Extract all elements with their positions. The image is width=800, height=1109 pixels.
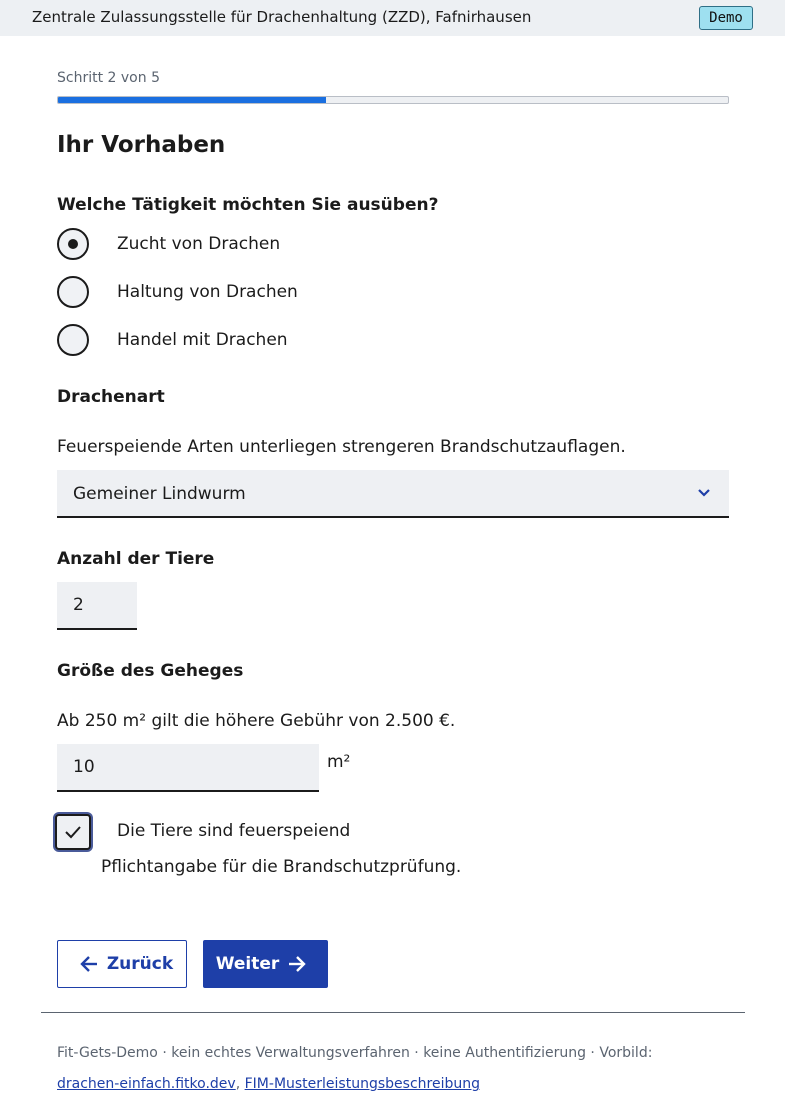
radio-option-zucht[interactable]: Zucht von Drachen — [57, 228, 280, 260]
species-label: Drachenart — [57, 387, 165, 407]
top-bar: Zentrale Zulassungsstelle für Drachenhal… — [0, 0, 785, 36]
footer-text: Fit-Gets-Demo · kein echtes Verwaltungsv… — [57, 1045, 653, 1061]
species-select[interactable]: Gemeiner Lindwurm — [57, 470, 729, 518]
count-input[interactable]: 2 — [57, 582, 137, 630]
chevron-down-icon — [698, 489, 710, 497]
enclosure-hint: Ab 250 m² gilt die höhere Gebühr von 2.5… — [57, 711, 456, 731]
species-selected-value: Gemeiner Lindwurm — [73, 484, 246, 504]
demo-badge: Demo — [699, 6, 753, 30]
radio-button[interactable] — [57, 276, 89, 308]
enclosure-label: Größe des Geheges — [57, 661, 244, 681]
radio-label: Handel mit Drachen — [117, 330, 288, 350]
progress-bar — [57, 96, 729, 104]
checkmark-icon — [65, 826, 81, 839]
footer: Fit-Gets-Demo · kein echtes Verwaltungsv… — [57, 1038, 747, 1100]
organization-name: Zentrale Zulassungsstelle für Drachenhal… — [32, 8, 532, 26]
footer-divider — [41, 1012, 745, 1013]
footer-separator: , — [235, 1076, 241, 1092]
footer-link-fim[interactable]: FIM-Musterleistungsbeschreibung — [245, 1076, 480, 1092]
count-label: Anzahl der Tiere — [57, 549, 215, 569]
fire-breathing-label: Die Tiere sind feuerspeiend — [117, 821, 351, 841]
radio-label: Zucht von Drachen — [117, 234, 281, 254]
radio-option-haltung[interactable]: Haltung von Drachen — [57, 276, 298, 308]
radio-label: Haltung von Drachen — [117, 282, 298, 302]
progress-fill — [58, 97, 326, 103]
fire-breathing-checkbox[interactable] — [55, 814, 91, 850]
footer-link-drachen-einfach[interactable]: drachen-einfach.fitko.dev — [57, 1076, 236, 1092]
radio-option-handel[interactable]: Handel mit Drachen — [57, 324, 288, 356]
arrow-right-icon — [289, 956, 306, 972]
activity-question: Welche Tätigkeit möchten Sie ausüben? — [57, 195, 439, 215]
page-title: Ihr Vorhaben — [57, 132, 226, 158]
species-hint: Feuerspeiende Arten unterliegen strenger… — [57, 437, 626, 457]
fire-breathing-hint: Pflichtangabe für die Brandschutzprüfung… — [101, 857, 462, 877]
enclosure-size-input[interactable]: 10 — [57, 744, 319, 792]
radio-button[interactable] — [57, 324, 89, 356]
radio-button[interactable] — [57, 228, 89, 260]
next-button[interactable]: Weiter — [203, 940, 328, 988]
back-button[interactable]: Zurück — [57, 940, 187, 988]
step-indicator: Schritt 2 von 5 — [57, 70, 160, 86]
back-button-label: Zurück — [106, 954, 174, 974]
arrow-left-icon — [80, 956, 97, 972]
next-button-label: Weiter — [215, 954, 280, 974]
enclosure-unit: m² — [327, 752, 351, 772]
